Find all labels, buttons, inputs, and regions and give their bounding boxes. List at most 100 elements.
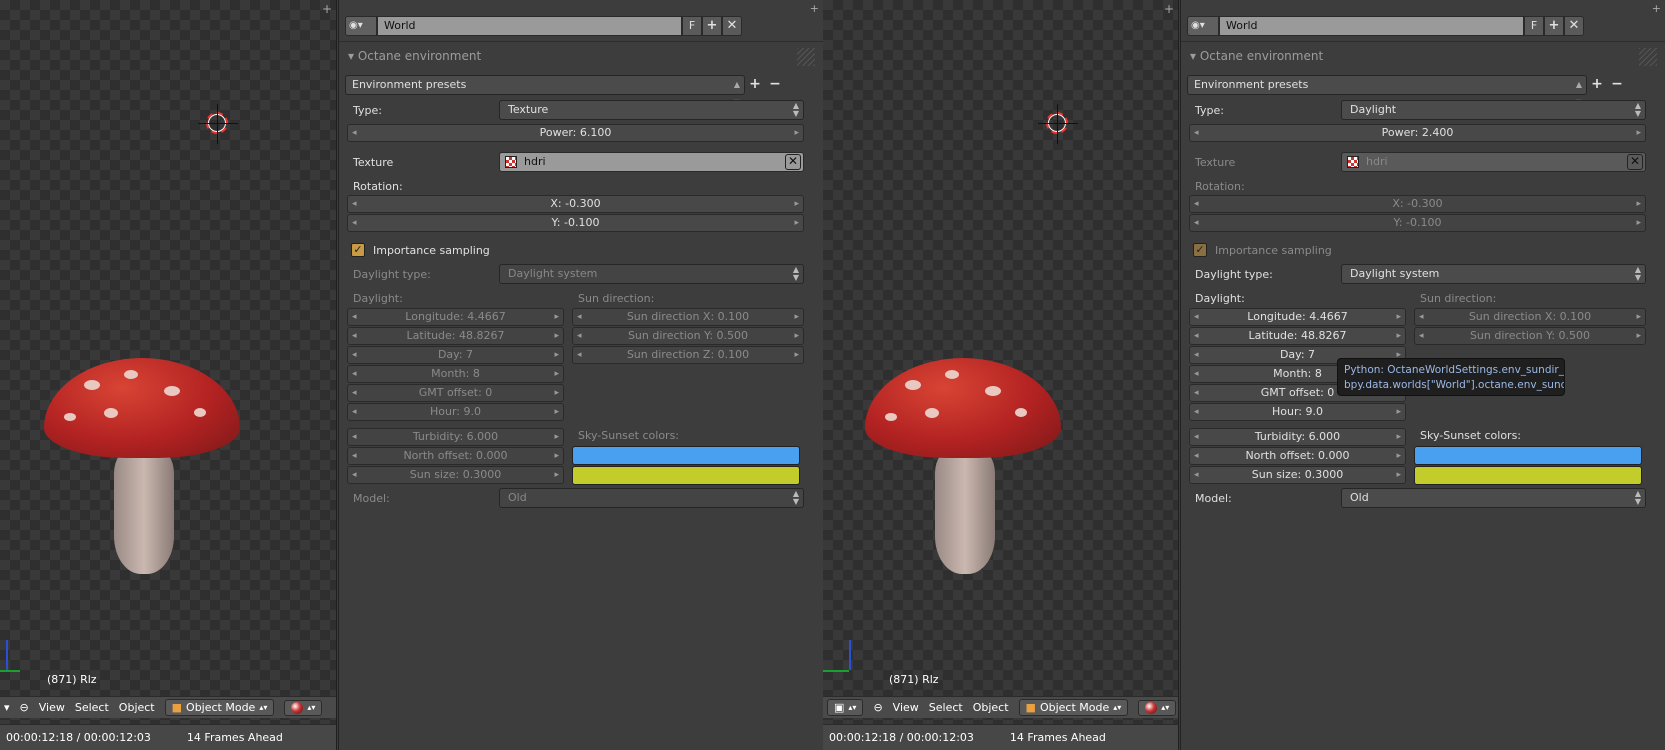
- menu-view[interactable]: View: [39, 701, 65, 714]
- sun-direction-label: Sun direction:: [578, 292, 655, 305]
- importance-sampling-checkbox[interactable]: ✓: [1193, 243, 1207, 257]
- left-window: + (871) Rlz ▾ ⊖ View Select Object ■ Obje…: [0, 0, 823, 750]
- daylight-type-dropdown[interactable]: Daylight system ▲ ▼: [1341, 264, 1646, 284]
- menu-object[interactable]: Object: [119, 701, 155, 714]
- unlink-world-button[interactable]: ✕: [722, 16, 742, 36]
- section-octane-environment[interactable]: ▾ Octane environment: [345, 46, 815, 68]
- viewport-header: ▣ ▴▾ ⊖ View Select Object ■ Object Mode ▴▾ …: [823, 696, 1178, 718]
- type-dropdown[interactable]: Daylight ▲ ▼: [1341, 100, 1646, 120]
- world-browse-button[interactable]: ◉▾: [1187, 16, 1219, 36]
- sky-color-swatch[interactable]: [1414, 446, 1642, 465]
- menu-toggle-icon[interactable]: ⊖: [20, 701, 29, 714]
- shading-selector[interactable]: ▴▾: [284, 699, 323, 716]
- texture-field[interactable]: hdri ✕: [1341, 152, 1646, 172]
- longitude-field[interactable]: Longitude: 4.4667: [347, 308, 564, 326]
- remove-preset-button[interactable]: −: [765, 75, 785, 95]
- add-world-button[interactable]: +: [1544, 16, 1564, 36]
- sky-color-swatch[interactable]: [572, 446, 800, 465]
- sun-direction-x-field[interactable]: Sun direction X: 0.100: [1414, 308, 1646, 326]
- clear-texture-icon[interactable]: ✕: [785, 154, 801, 170]
- shading-sphere-icon: [291, 701, 304, 714]
- mushroom-stem: [935, 448, 995, 574]
- mode-selector[interactable]: ■ Object Mode ▴▾: [1018, 699, 1129, 716]
- shading-sphere-icon: [1145, 701, 1158, 714]
- drag-handle-icon[interactable]: [1639, 48, 1657, 66]
- model-dropdown[interactable]: Old ▲ ▼: [499, 488, 804, 508]
- panel-corner-plus-icon[interactable]: +: [1652, 2, 1661, 15]
- menu-select[interactable]: Select: [75, 701, 109, 714]
- panel-corner-plus-icon[interactable]: +: [810, 2, 819, 15]
- sunset-color-swatch[interactable]: [572, 466, 800, 485]
- frames-ahead: 14 Frames Ahead: [1009, 731, 1106, 744]
- add-preset-button[interactable]: +: [1587, 75, 1607, 95]
- sun-size-field[interactable]: Sun size: 0.3000: [347, 466, 564, 484]
- fake-user-button[interactable]: F: [682, 16, 702, 36]
- world-name-field[interactable]: World: [1219, 16, 1524, 36]
- 3d-viewport[interactable]: + (871) Rlz ▾ ⊖ View Select Object ■ Obje…: [0, 0, 337, 750]
- sun-direction-z-field[interactable]: Sun direction Z: 0.100: [572, 346, 804, 364]
- gmt-offset-field[interactable]: GMT offset: 0: [347, 384, 564, 402]
- north-offset-field[interactable]: North offset: 0.000: [347, 447, 564, 465]
- 3d-viewport[interactable]: + (871) Rlz ▣ ▴▾ ⊖ View Select Object ■ Ob…: [823, 0, 1179, 750]
- type-label: Type:: [1195, 104, 1224, 117]
- viewport-corner-plus-icon[interactable]: +: [322, 2, 332, 16]
- fake-user-button[interactable]: F: [1524, 16, 1544, 36]
- model-dropdown[interactable]: Old ▲ ▼: [1341, 488, 1646, 508]
- environment-presets-dropdown[interactable]: Environment presets▲▼: [345, 75, 745, 107]
- turbidity-field[interactable]: Turbidity: 6.000: [1189, 428, 1406, 446]
- day-field[interactable]: Day: 7: [347, 346, 564, 364]
- menu-toggle-icon[interactable]: ⊖: [873, 701, 882, 714]
- timeline-status: 00:00:12:18 / 00:00:12:03 14 Frames Ahea…: [0, 724, 336, 750]
- hour-field[interactable]: Hour: 9.0: [1189, 403, 1406, 421]
- add-world-button[interactable]: +: [702, 16, 722, 36]
- environment-presets-dropdown[interactable]: Environment presets▲▼: [1187, 75, 1587, 107]
- latitude-field[interactable]: Latitude: 48.8267: [347, 327, 564, 345]
- menu-object[interactable]: Object: [973, 701, 1009, 714]
- menu-select[interactable]: Select: [929, 701, 963, 714]
- cube-outline-icon: ▣: [834, 701, 845, 714]
- section-octane-environment[interactable]: ▾ Octane environment: [1187, 46, 1657, 68]
- rotation-x-field[interactable]: X: -0.300: [1189, 195, 1646, 213]
- menu-view[interactable]: View: [893, 701, 919, 714]
- rotation-x-field[interactable]: X: -0.300: [347, 195, 804, 213]
- turbidity-field[interactable]: Turbidity: 6.000: [347, 428, 564, 446]
- power-field[interactable]: Power: 2.400: [1189, 124, 1646, 142]
- world-browse-button[interactable]: ◉▾: [345, 16, 377, 36]
- remove-preset-button[interactable]: −: [1607, 75, 1627, 95]
- type-dropdown[interactable]: Texture ▲ ▼: [499, 100, 804, 120]
- importance-sampling-label: Importance sampling: [1215, 244, 1332, 257]
- drag-handle-icon[interactable]: [797, 48, 815, 66]
- viewport-corner-plus-icon[interactable]: +: [1164, 2, 1174, 16]
- daylight-type-dropdown[interactable]: Daylight system ▲ ▼: [499, 264, 804, 284]
- editor-type-button[interactable]: ▣ ▴▾: [827, 699, 864, 716]
- importance-sampling-label: Importance sampling: [373, 244, 490, 257]
- sun-size-field[interactable]: Sun size: 0.3000: [1189, 466, 1406, 484]
- sunset-color-swatch[interactable]: [1414, 466, 1642, 485]
- power-field[interactable]: Power: 6.100: [347, 124, 804, 142]
- editor-type-icon[interactable]: ▾: [4, 701, 10, 714]
- daylight-label: Daylight:: [353, 292, 403, 305]
- importance-sampling-checkbox[interactable]: ✓: [351, 243, 365, 257]
- sun-direction-y-field[interactable]: Sun direction Y: 0.500: [1414, 327, 1646, 345]
- mushroom-model[interactable]: [42, 358, 242, 578]
- north-offset-field[interactable]: North offset: 0.000: [1189, 447, 1406, 465]
- tooltip-line-1: Python: OctaneWorldSettings.env_sundir_y: [1344, 364, 1565, 376]
- mode-selector[interactable]: ■ Object Mode ▴▾: [164, 699, 275, 716]
- sun-direction-y-field[interactable]: Sun direction Y: 0.500: [572, 327, 804, 345]
- latitude-field[interactable]: Latitude: 48.8267: [1189, 327, 1406, 345]
- clear-texture-icon[interactable]: ✕: [1627, 154, 1643, 170]
- cube-icon: ■: [1025, 701, 1036, 714]
- add-preset-button[interactable]: +: [745, 75, 765, 95]
- unlink-world-button[interactable]: ✕: [1564, 16, 1584, 36]
- rotation-y-field[interactable]: Y: -0.100: [1189, 214, 1646, 232]
- texture-field[interactable]: hdri ✕: [499, 152, 804, 172]
- longitude-field[interactable]: Longitude: 4.4667: [1189, 308, 1406, 326]
- shading-selector[interactable]: ▴▾: [1138, 699, 1177, 716]
- world-name-field[interactable]: World: [377, 16, 682, 36]
- mushroom-model[interactable]: [863, 358, 1063, 578]
- sky-sunset-colors-label: Sky-Sunset colors:: [1420, 429, 1522, 442]
- month-field[interactable]: Month: 8: [347, 365, 564, 383]
- sun-direction-x-field[interactable]: Sun direction X: 0.100: [572, 308, 804, 326]
- rotation-y-field[interactable]: Y: -0.100: [347, 214, 804, 232]
- hour-field[interactable]: Hour: 9.0: [347, 403, 564, 421]
